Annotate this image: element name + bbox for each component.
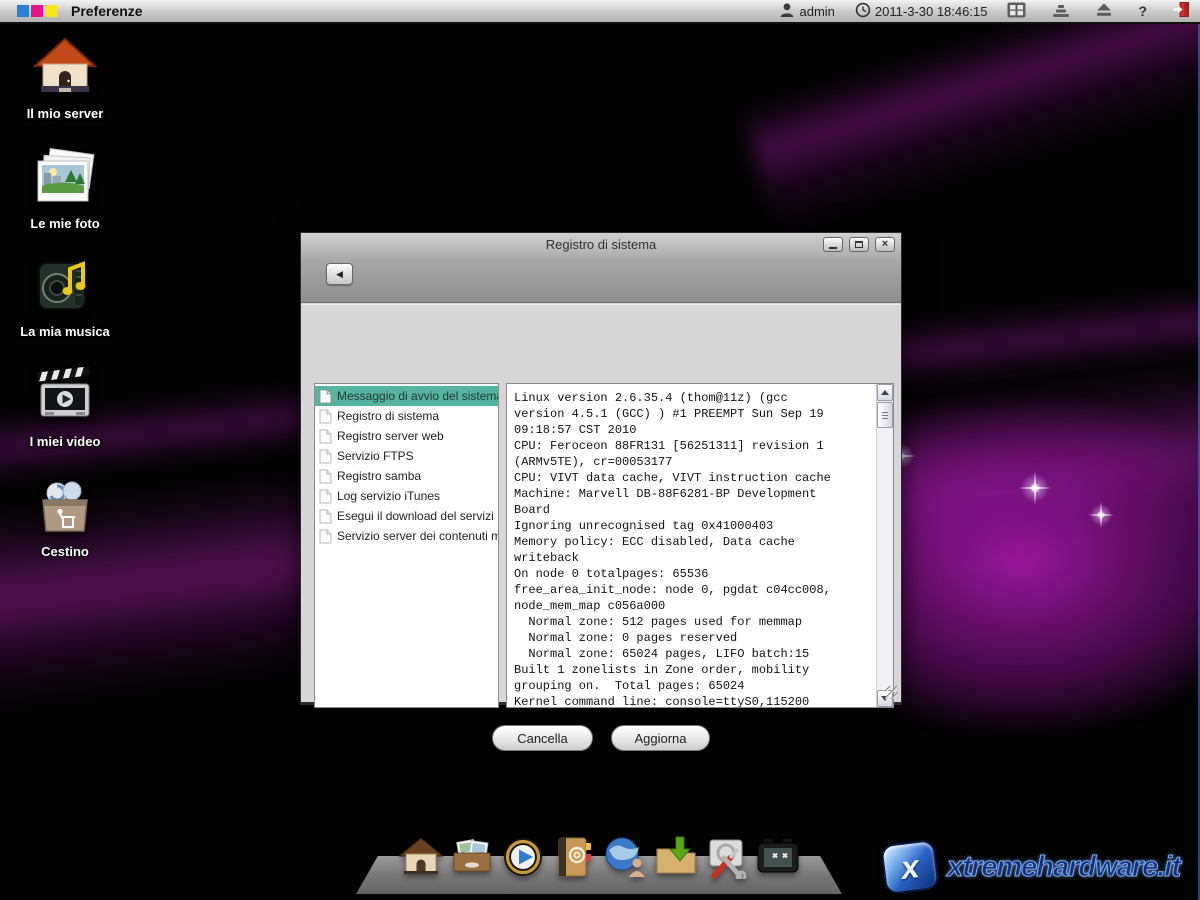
logout-button[interactable] [1173,1,1190,21]
desktop-icon-my-videos[interactable]: I miei video [6,364,124,449]
show-desktop-button[interactable] [1007,2,1026,21]
desktop-icon-my-photos[interactable]: Le mie foto [6,146,124,231]
top-menu-bar: Preferenze admin 2011-3-30 18:46:15 [0,0,1200,24]
list-item-label: Servizio server dei contenuti m [337,529,498,543]
dock-web-icon[interactable] [603,835,647,879]
list-item-label: Servizio FTPS [337,449,414,463]
help-icon: ? [1138,3,1147,19]
trash-icon [33,474,97,538]
user-icon [779,2,795,21]
desktop-icon-trash[interactable]: Cestino [6,474,124,559]
minimize-icon [829,247,837,249]
window-content: Messaggio di avvio del sistema Registro … [301,304,901,702]
document-icon [319,389,332,404]
xtremehardware-logo-icon: x [880,839,940,895]
list-item-system-log[interactable]: Registro di sistema [315,406,498,426]
document-icon [319,489,332,504]
list-item-label: Log servizio iTunes [337,489,440,503]
list-item-itunes-log[interactable]: Log servizio iTunes [315,486,498,506]
clock: 2011-3-30 18:46:15 [855,2,988,21]
desktop-icon-my-server[interactable]: Il mio server [6,36,124,121]
desktop-icon-label: I miei video [6,434,124,449]
minimize-button[interactable] [823,237,843,252]
dock [356,856,842,894]
refresh-button[interactable]: Aggiorna [611,725,710,751]
help-button[interactable]: ? [1138,3,1147,19]
list-item-label: Registro server web [337,429,444,443]
log-viewer: Linux version 2.6.35.4 (thom@11z) (gcc v… [506,383,894,708]
window-titlebar[interactable]: Registro di sistema × ◀ [301,233,901,303]
back-arrow-icon: ◀ [336,269,343,280]
desktop-screen: Preferenze admin 2011-3-30 18:46:15 [0,0,1200,900]
document-icon [319,509,332,524]
video-icon [33,364,97,428]
log-category-list: Messaggio di avvio del sistema Registro … [314,383,499,708]
list-item-label: Esegui il download del servizi [337,509,494,523]
dock-media-player-icon[interactable] [501,835,545,879]
list-item-download-service[interactable]: Esegui il download del servizi [315,506,498,526]
logo-letter: x [899,848,921,887]
desktop-icon-my-music[interactable]: La mia musica [6,254,124,339]
document-icon [319,409,332,424]
close-icon: × [882,239,888,250]
log-text: Linux version 2.6.35.4 (thom@11z) (gcc v… [507,384,893,708]
list-item-samba-log[interactable]: Registro samba [315,466,498,486]
desktop-icon-label: La mia musica [6,324,124,339]
back-button[interactable]: ◀ [326,263,353,285]
dock-photos-icon[interactable] [450,835,494,879]
eject-button[interactable] [1096,2,1112,20]
arrow-up-icon [881,390,889,395]
photos-icon [33,146,97,210]
log-scrollbar[interactable] [876,384,893,707]
brand-logo-icon [17,5,57,17]
desktop-icon-label: Cestino [6,544,124,559]
maximize-icon [855,241,863,248]
document-icon [319,449,332,464]
user-name: admin [799,4,834,19]
eject-icon [1096,2,1112,20]
desktop-icon-label: Le mie foto [6,216,124,231]
dock-home-icon[interactable] [399,835,443,879]
list-item-boot-message[interactable]: Messaggio di avvio del sistema [315,386,498,406]
maximize-button[interactable] [849,237,869,252]
watermark-text: xtremehardware.it [947,851,1180,884]
music-icon [33,254,97,318]
cancel-button[interactable]: Cancella [492,725,593,751]
page-title: Preferenze [71,3,143,19]
watermark: x xtremehardware.it [883,842,1180,892]
list-item-label: Registro samba [337,469,421,483]
document-icon [319,429,332,444]
devices-icon [1052,2,1070,21]
wallpaper-streak [743,24,1200,236]
dock-downloads-icon[interactable] [654,835,698,879]
close-button[interactable]: × [875,237,895,252]
home-icon [33,36,97,100]
document-icon [319,529,332,544]
list-item-ftps-service[interactable]: Servizio FTPS [315,446,498,466]
devices-button[interactable] [1052,2,1070,21]
grid-icon [1007,2,1026,21]
scroll-up-button[interactable] [877,384,893,401]
window-title: Registro di sistema [301,237,901,252]
list-item-label: Registro di sistema [337,409,439,423]
datetime-text: 2011-3-30 18:46:15 [875,4,988,19]
system-log-window: Registro di sistema × ◀ Messaggio di avv… [300,232,902,705]
document-icon [319,469,332,484]
desktop-icon-label: Il mio server [6,106,124,121]
list-item-web-server-log[interactable]: Registro server web [315,426,498,446]
user-menu[interactable]: admin [779,2,834,21]
scrollbar-thumb[interactable] [877,402,893,428]
clock-icon [855,2,871,21]
dock-disk-tools-icon[interactable] [705,835,749,879]
logout-icon [1173,1,1190,21]
list-item-media-server[interactable]: Servizio server dei contenuti m [315,526,498,546]
dock-contacts-icon[interactable] [552,835,596,879]
dock-media-device-icon[interactable] [756,835,800,879]
resize-grip[interactable] [885,686,898,699]
list-item-label: Messaggio di avvio del sistema [337,389,498,403]
